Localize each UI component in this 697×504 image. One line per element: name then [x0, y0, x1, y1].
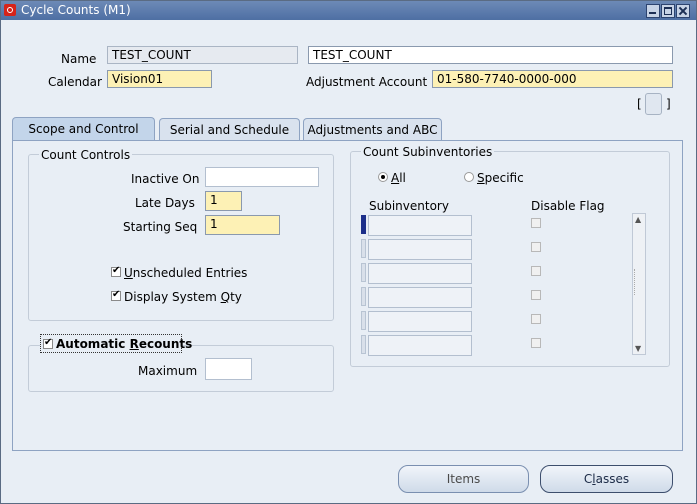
inactive-on-field[interactable]	[205, 167, 319, 187]
display-qty-mnemonic: Q	[220, 290, 231, 304]
disable-flag-checkbox[interactable]	[531, 242, 541, 252]
specific-radio[interactable]	[464, 172, 474, 182]
late-days-label: Late Days	[135, 196, 195, 210]
scroll-thumb[interactable]	[634, 269, 645, 295]
classes-label-pre: C	[583, 472, 593, 486]
automatic-recounts-checkbox[interactable]	[43, 337, 53, 349]
maximum-field[interactable]	[205, 358, 252, 380]
unscheduled-entries-label: Unscheduled Entries	[124, 266, 247, 280]
display-qty-label-rest: ty	[230, 290, 242, 304]
minimize-icon[interactable]	[646, 4, 660, 18]
adjustment-account-field[interactable]: 01-580-7740-0000-000	[432, 70, 673, 88]
starting-seq-label: Starting Seq	[123, 220, 198, 234]
specific-radio-label: Specific	[477, 171, 524, 185]
disable-flag-checkbox[interactable]	[531, 338, 541, 348]
recounts-label-rest: ecounts	[138, 337, 193, 351]
classes-button[interactable]: Classes	[540, 465, 673, 493]
row-indicator[interactable]	[361, 311, 366, 330]
count-controls-title: Count Controls	[39, 148, 133, 162]
title-bar: Cycle Counts (M1)	[1, 1, 696, 20]
name-field[interactable]: TEST_COUNT	[107, 46, 298, 64]
subinventory-cell[interactable]	[368, 215, 472, 236]
row-indicator[interactable]	[361, 335, 366, 354]
disable-flag-checkbox[interactable]	[531, 290, 541, 300]
maximum-label: Maximum	[138, 364, 198, 378]
all-label-rest: ll	[399, 171, 406, 185]
unscheduled-label-text: nscheduled Entries	[132, 266, 248, 280]
recounts-label-pre: Automatic	[56, 337, 130, 351]
count-subinventories-title: Count Subinventories	[361, 145, 495, 159]
automatic-recounts-toggle[interactable]: Automatic Recounts	[40, 334, 192, 353]
window-title: Cycle Counts (M1)	[21, 3, 131, 17]
disable-flag-checkbox[interactable]	[531, 266, 541, 276]
tab-serial-and-schedule[interactable]: Serial and Schedule	[159, 118, 300, 140]
close-icon[interactable]	[676, 4, 690, 18]
all-mnemonic: A	[391, 171, 400, 185]
display-system-qty-checkbox[interactable]	[111, 289, 121, 301]
subinventory-cell[interactable]	[368, 311, 472, 332]
tab-adjustments-and-abc[interactable]: Adjustments and ABC	[303, 118, 442, 140]
inactive-on-label: Inactive On	[131, 172, 200, 186]
bracket-right: ]	[666, 97, 671, 111]
adjustment-account-label: Adjustment Account	[306, 75, 428, 89]
bracket-left: [	[637, 97, 642, 111]
tab-scope-and-control[interactable]: Scope and Control	[12, 117, 155, 141]
subinventory-cell[interactable]	[368, 239, 472, 260]
items-button[interactable]: Items	[398, 465, 529, 493]
specific-mnemonic: S	[477, 171, 485, 185]
scroll-down-icon[interactable]: ▼	[635, 344, 641, 353]
oracle-icon	[4, 4, 16, 16]
disable-flag-column-header: Disable Flag	[531, 199, 605, 213]
automatic-recounts-label: Automatic Recounts	[56, 337, 192, 351]
subinventory-column-header: Subinventory	[369, 199, 449, 213]
descriptive-flexfield[interactable]	[645, 93, 662, 115]
recounts-mnemonic: R	[129, 337, 139, 351]
late-days-field[interactable]: 1	[205, 191, 242, 211]
display-qty-label-pre: Display System	[124, 290, 221, 304]
calendar-field[interactable]: Vision01	[107, 70, 212, 88]
description-field[interactable]: TEST_COUNT	[308, 46, 673, 64]
vertical-scrollbar[interactable]: ▲ ▼	[632, 213, 646, 355]
scroll-up-icon[interactable]: ▲	[635, 215, 641, 224]
name-label: Name	[61, 52, 97, 66]
subinventory-cell[interactable]	[368, 287, 472, 308]
cycle-counts-window: Cycle Counts (M1) Name TEST_COUNT TEST_C…	[0, 0, 697, 504]
subinventory-cell[interactable]	[368, 263, 472, 284]
disable-flag-checkbox[interactable]	[531, 218, 541, 228]
classes-label-rest: asses	[595, 472, 630, 486]
specific-label-rest: pecific	[484, 171, 524, 185]
display-system-qty-label: Display System Qty	[124, 290, 242, 304]
disable-flag-checkbox[interactable]	[531, 314, 541, 324]
row-indicator[interactable]	[361, 263, 366, 282]
unscheduled-entries-checkbox[interactable]	[111, 265, 121, 277]
unscheduled-mnemonic: U	[124, 266, 133, 280]
maximize-icon[interactable]	[661, 4, 675, 18]
row-indicator[interactable]	[361, 287, 366, 306]
subinventory-cell[interactable]	[368, 335, 472, 356]
starting-seq-field[interactable]: 1	[205, 215, 280, 235]
row-indicator[interactable]	[361, 239, 366, 258]
calendar-label: Calendar	[48, 75, 102, 89]
row-indicator-current[interactable]	[361, 215, 366, 234]
all-radio-label: All	[391, 171, 406, 185]
all-radio[interactable]	[378, 172, 388, 182]
